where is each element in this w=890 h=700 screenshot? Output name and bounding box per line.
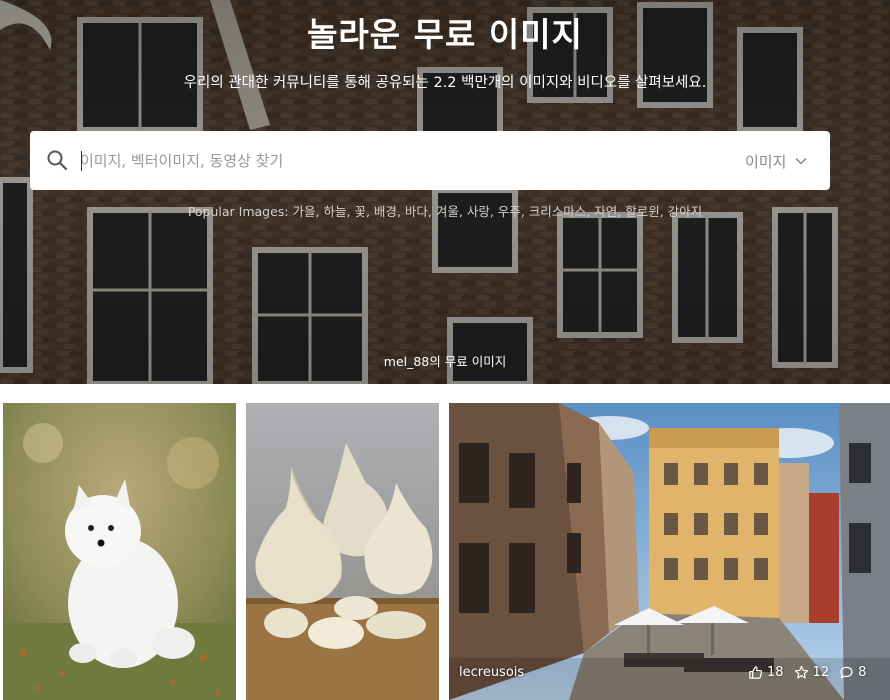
popular-tag[interactable]: 겨울 (436, 204, 459, 219)
favorite-count: 12 (812, 665, 830, 680)
hero-image-credit[interactable]: mel_88의 무료 이미지 (0, 351, 890, 370)
comment-button[interactable]: 8 (839, 665, 866, 680)
tile-stats: 18 12 8 (748, 665, 866, 680)
popular-tag[interactable]: 바다 (405, 204, 428, 219)
chevron-down-icon (795, 157, 807, 165)
popular-tag[interactable]: 할로윈 (625, 204, 660, 219)
search-input[interactable] (80, 149, 680, 173)
dog-image (3, 403, 236, 700)
popular-tag[interactable]: 크리스마스 (529, 204, 587, 219)
hero-subtitle: 우리의 관대한 커뮤니티를 통해 공유되는 2.2 백만개의 이미지와 비디오를… (183, 75, 707, 91)
garlic-image (246, 403, 439, 700)
popular-tag[interactable]: 강아지 (668, 204, 703, 219)
popular-tag-list: 가을, 하늘, 꽃, 배경, 바다, 겨울, 사랑, 우주, 크리스마스, 자연… (292, 204, 703, 219)
popular-tag[interactable]: 하늘 (323, 204, 346, 219)
star-icon (794, 665, 808, 679)
thumbs-up-icon (749, 666, 763, 679)
hero-banner (0, 0, 890, 384)
popular-tag[interactable]: 배경 (374, 204, 397, 219)
text-cursor (81, 151, 82, 171)
hero-overlay (0, 0, 890, 384)
search-icon[interactable] (45, 148, 69, 172)
like-button[interactable]: 18 (748, 665, 784, 680)
gallery-tile-street[interactable] (449, 403, 890, 700)
gallery-tile-garlic[interactable] (246, 403, 439, 700)
comment-count: 8 (858, 665, 867, 680)
like-count: 18 (767, 665, 784, 680)
comment-icon (840, 666, 853, 679)
popular-tag[interactable]: 가을 (293, 204, 316, 219)
popular-searches: Popular Images: 가을, 하늘, 꽃, 배경, 바다, 겨울, 사… (0, 201, 890, 220)
gallery-tile-dog[interactable] (3, 403, 236, 700)
page-title: 놀라운 무료 이미지 (307, 15, 583, 54)
popular-label: Popular Images: (187, 204, 289, 219)
popular-tag[interactable]: 자연 (594, 204, 617, 219)
popular-tag[interactable]: 꽃 (354, 204, 366, 219)
favorite-button[interactable]: 12 (794, 665, 830, 680)
uploader-name[interactable]: lecreusois (459, 665, 524, 680)
media-type-dropdown[interactable]: 이미지 (745, 149, 808, 173)
popular-tag[interactable]: 사랑 (467, 204, 490, 219)
media-type-label: 이미지 (745, 152, 787, 171)
popular-tag[interactable]: 우주 (498, 204, 521, 219)
street-image (449, 403, 890, 700)
